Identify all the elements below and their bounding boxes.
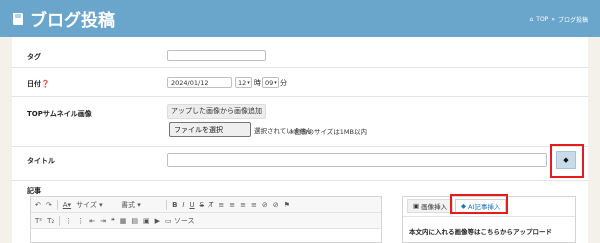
divider [12,67,588,68]
add-from-uploaded-button[interactable]: アップした画像から画像追加 [167,104,266,119]
text-color-icon[interactable]: A▾ [63,201,71,209]
image-size-note: ※画像のサイズは1MB以内 [289,128,367,136]
help-icon: ❓ [41,80,50,88]
editor-toolbar-row1: ↶ ↷ A▾ サイズ ▾ 書式 ▾ B I U S T̸ ≡ ≡ ≡ ≡ ⊘ ⊘… [31,197,381,213]
upload-instruction: 本文内に入れる画像等はこちらからアップロード [409,228,552,236]
video-icon[interactable]: ▶ [155,217,160,225]
toolbar-separator [56,199,58,210]
image-icon[interactable]: ▣ [143,217,150,225]
subscript-icon[interactable]: T₂ [47,217,54,225]
source-button[interactable]: ▭ ソース [165,216,195,226]
hour-unit: 時 [254,79,261,87]
rich-text-editor[interactable]: ↶ ↷ A▾ サイズ ▾ 書式 ▾ B I U S T̸ ≡ ≡ ≡ ≡ ⊘ ⊘… [30,196,382,243]
divider [12,96,588,97]
undo-icon[interactable]: ↶ [35,201,41,209]
tag-input[interactable] [167,50,266,61]
tag-label: タグ [27,53,41,61]
book-icon [13,12,23,25]
editor-toolbar-row2: T² T₂ ⋮ ⋮ ⇤ ⇥ ❝ ▦ ▤ ▣ ▶ ▭ ソース [31,213,381,229]
italic-icon[interactable]: I [182,201,184,209]
align-center-icon[interactable]: ≡ [229,201,235,209]
breadcrumb: ⌂ TOP » ブログ投稿 [529,15,588,24]
justify-icon[interactable]: ≡ [251,201,257,209]
indent-icon[interactable]: ⇥ [100,217,106,225]
superscript-icon[interactable]: T² [35,217,42,225]
breadcrumb-home[interactable]: TOP [536,16,548,23]
flag-icon[interactable]: ⚑ [284,201,290,209]
choose-file-button[interactable]: ファイルを選択 [169,122,251,137]
link-icon[interactable]: ⊘ [262,201,268,209]
minute-select[interactable]: 09 ▾ [262,77,279,88]
article-label: 記事 [27,187,41,195]
divider [12,180,588,181]
minute-unit: 分 [280,79,287,87]
date-label: 日付❓ [27,80,50,88]
side-panel-body: 本文内に入れる画像等はこちらからアップロード [403,216,575,243]
breadcrumb-separator: » [551,16,555,23]
clear-format-icon[interactable]: T̸ [209,201,213,209]
unlink-icon[interactable]: ⊘ [273,201,279,209]
hour-select[interactable]: 12 ▾ [235,77,252,88]
outdent-icon[interactable]: ⇤ [89,217,95,225]
ai-title-button[interactable]: ◆ [556,151,576,169]
image-icon: ▣ [413,202,420,210]
highlight-box [450,194,508,214]
redo-icon[interactable]: ↷ [46,201,52,209]
quote-icon[interactable]: ❝ [111,217,115,225]
title-label: タイトル [27,157,55,165]
page-header: ブログ投稿 ⌂ TOP » ブログ投稿 [0,0,600,37]
tab-image-insert[interactable]: ▣ 画像挿入 [407,199,454,213]
toolbar-separator [166,199,168,210]
hr-icon[interactable]: ▤ [131,217,138,225]
format-select[interactable]: 書式 ▾ [121,200,161,210]
chevron-down-icon: ▾ [247,79,250,86]
align-left-icon[interactable]: ≡ [218,201,224,209]
date-input[interactable]: 2024/01/12 [167,77,232,88]
page-title: ブログ投稿 [10,6,115,31]
align-right-icon[interactable]: ≡ [240,201,246,209]
breadcrumb-current: ブログ投稿 [557,17,588,24]
divider [12,146,588,147]
diamond-icon: ◆ [563,156,569,164]
underline-icon[interactable]: U [189,201,194,209]
chevron-down-icon: ▾ [274,79,277,86]
thumbnail-label: TOPサムネイル画像 [27,110,92,118]
title-input[interactable] [167,153,547,167]
bullet-list-icon[interactable]: ⋮ [77,217,84,225]
strikethrough-icon[interactable]: S [200,201,204,209]
bold-icon[interactable]: B [172,201,177,209]
font-size-select[interactable]: サイズ ▾ [76,200,116,210]
ordered-list-icon[interactable]: ⋮ [65,217,72,225]
toolbar-separator [59,215,61,226]
home-icon: ⌂ [529,16,534,23]
table-icon[interactable]: ▦ [120,217,127,225]
